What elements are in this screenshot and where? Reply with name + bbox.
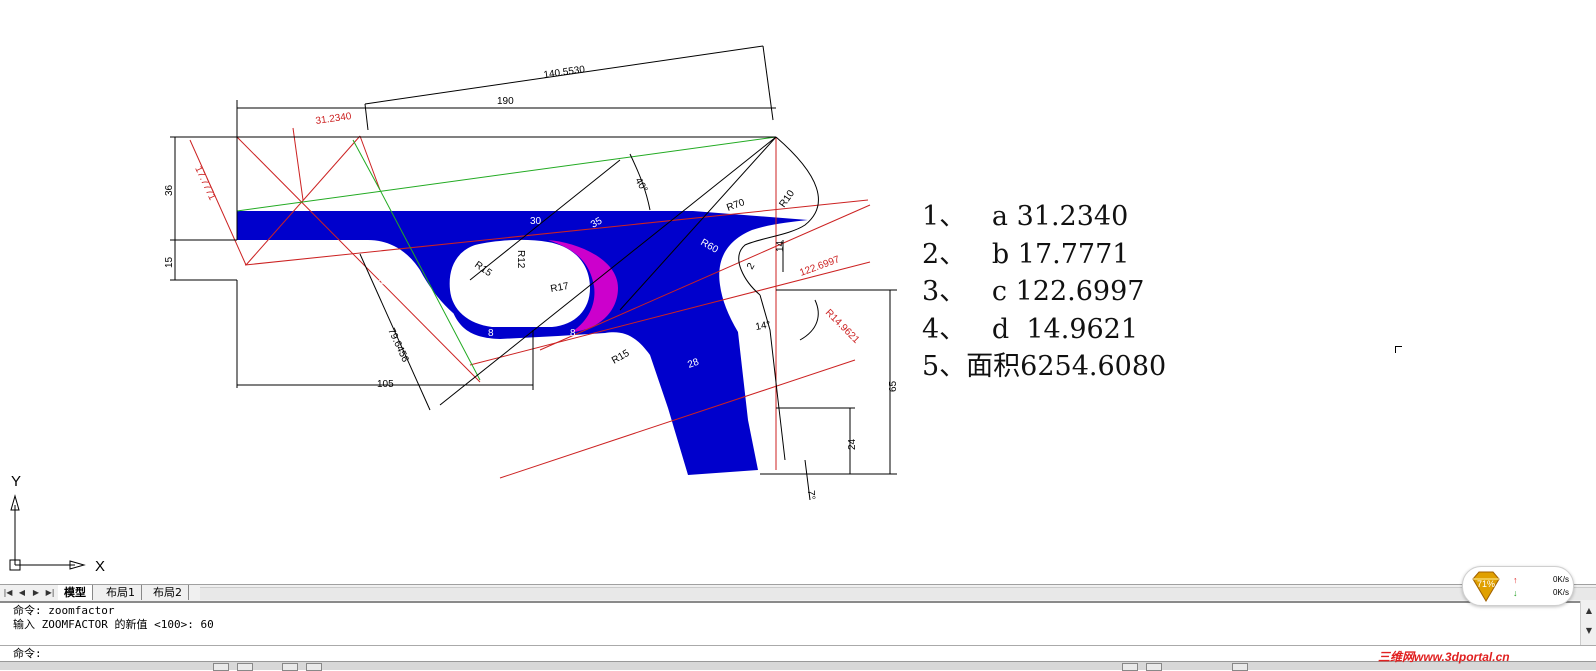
drawing-canvas[interactable]: 140.5530 190 31.2340 17.7771 36 15 105 7… [0,0,1596,584]
dim-65: 65 [888,380,899,392]
dim-140: 140.5530 [543,64,586,81]
command-history-line: 命令: zoomfactor [13,604,115,617]
dim-8-left: 8 [488,328,494,339]
upload-arrow-icon: ↑ [1513,575,1518,585]
ucs-x-label: X [95,558,105,575]
layout-tab-bar: |◀ ◀ ▶ ▶| 模型 布局1 布局2 [0,584,1596,601]
dim-36: 36 [164,184,175,196]
dim-190: 190 [497,96,514,107]
dim-17: 17.7771 [192,165,217,203]
dim-24: 24 [847,438,858,450]
cpu-percent: 71% [1476,579,1495,589]
status-toggle-button[interactable] [282,663,298,671]
tab-nav-first-icon[interactable]: |◀ [2,586,14,599]
dim-15: 15 [164,256,175,268]
status-toggle-button[interactable] [1232,663,1248,671]
dim-79: 79.6456 [385,327,410,365]
status-toggle-button[interactable] [213,663,229,671]
dim-14: 14 [775,240,786,252]
status-toggle-button[interactable] [1146,663,1162,671]
dim-2: 2 [745,261,758,272]
dim-40: 40° [632,176,649,195]
command-history-line: 输入 ZOOMFACTOR 的新值 <100>: 60 [13,618,214,631]
scroll-up-icon[interactable]: ▲ [1581,601,1596,621]
command-prompt: 命令: [13,647,42,660]
watermark: 三维网www.3dportal.cn [1378,650,1510,664]
net-speed-widget[interactable]: 71% ↑ 0K/s ↓ 0K/s [1462,566,1574,606]
dim-30: 30 [530,216,542,227]
tab-layout2[interactable]: 布局2 [147,585,189,600]
cursor-crosshair-icon [1395,346,1402,353]
annotation-b: 2、 b 17.7771 [922,238,1130,270]
status-toggle-button[interactable] [237,663,253,671]
ucs-icon [9,494,86,571]
tab-model[interactable]: 模型 [58,585,93,600]
dim-14-angle: 14° [755,319,772,332]
annotation-c: 3、 c 122.6997 [922,276,1145,307]
annotation-a: 1、 a 31.2340 [922,201,1129,232]
ucs-y-label: Y [11,473,21,490]
tab-nav-next-icon[interactable]: ▶ [30,586,42,599]
horizontal-scrollbar[interactable] [200,587,1596,600]
tab-layout1[interactable]: 布局1 [100,585,142,600]
command-history: 命令: zoomfactor 输入 ZOOMFACTOR 的新值 <100>: … [0,601,1580,645]
scroll-down-icon[interactable]: ▼ [1581,621,1596,641]
annotation-area: 5、面积6254.6080 [922,351,1167,382]
radius-10: R10 [777,188,797,210]
download-arrow-icon: ↓ [1513,588,1518,598]
status-toggle-button[interactable] [306,663,322,671]
upload-speed: 0K/s [1552,575,1569,584]
radius-12: R12 [515,250,526,269]
command-input[interactable]: 命令: [0,645,1596,661]
annotation-d: 4、 d 14.9621 [922,313,1139,345]
radius-14-9621: R14.9621 [823,307,862,346]
annotation-list: 1、 a 31.2340 2、 b 17.7771 3、 c 122.6997 … [922,198,1166,386]
status-toggle-button[interactable] [1122,663,1138,671]
radius-15-grip: R15 [610,348,632,367]
command-scrollbar[interactable]: ▲ ▼ [1580,601,1596,645]
cad-drawing: 140.5530 190 31.2340 17.7771 36 15 105 7… [9,45,899,575]
dim-105: 105 [377,379,394,390]
dim-7-angle: 7° [805,490,816,500]
tab-nav-prev-icon[interactable]: ◀ [16,586,28,599]
download-speed: 0K/s [1552,588,1569,597]
radius-70: R70 [725,197,746,214]
dim-31: 31.2340 [315,111,353,127]
dim-8-right: 8 [570,328,576,339]
tab-nav-last-icon[interactable]: ▶| [44,586,56,599]
